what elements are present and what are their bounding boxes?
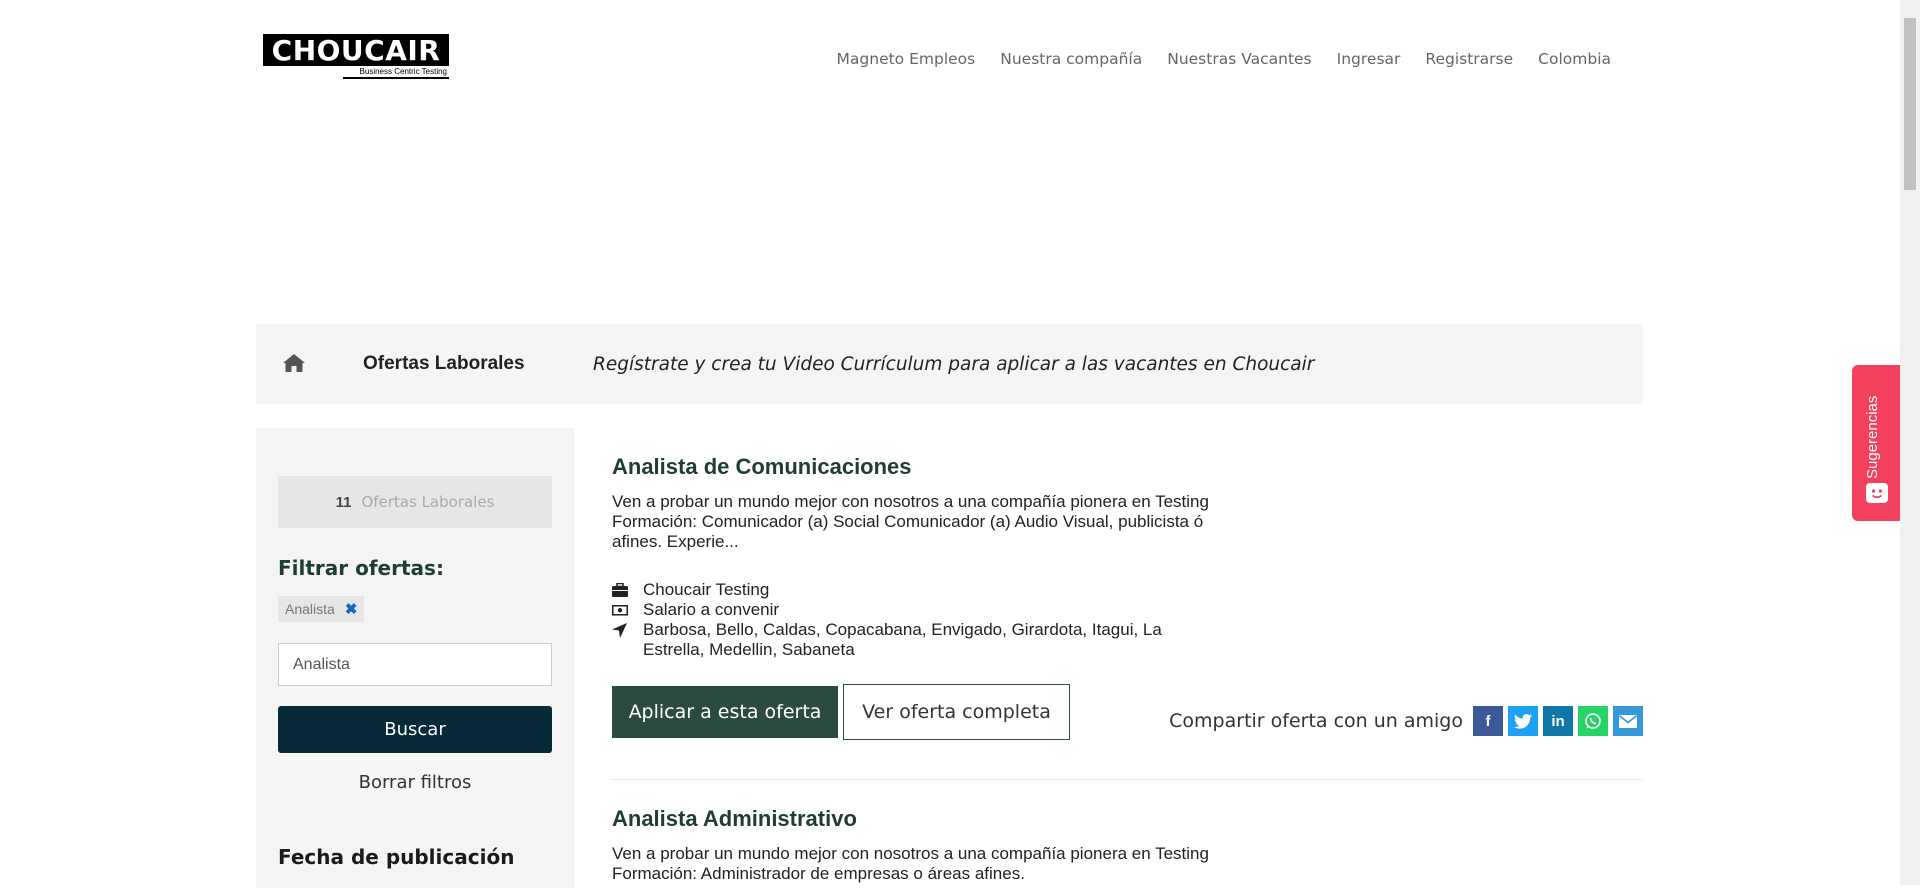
- clear-filters-button[interactable]: Borrar filtros: [278, 772, 552, 793]
- nav-registrarse[interactable]: Registrarse: [1425, 50, 1513, 68]
- register-slogan: Regístrate y crea tu Video Currículum pa…: [593, 354, 1315, 375]
- feedback-tab-label: Sugerencias: [1864, 395, 1881, 479]
- nav-ingresar[interactable]: Ingresar: [1337, 50, 1401, 68]
- job-company: Choucair Testing: [643, 580, 770, 599]
- briefcase-icon: [612, 580, 632, 600]
- logo-tagline: Business Centric Testing: [343, 66, 449, 79]
- filter-title: Filtrar ofertas:: [278, 556, 444, 580]
- job-salary: Salario a convenir: [643, 600, 780, 619]
- offers-count-box: 11 Ofertas Laborales: [278, 476, 552, 528]
- nav-nuestra-compania[interactable]: Nuestra compañía: [1000, 50, 1142, 68]
- job-meta: Choucair Testing Salario a convenir Barb…: [612, 580, 1643, 660]
- scrollbar-thumb[interactable]: [1904, 18, 1916, 190]
- whatsapp-icon[interactable]: [1578, 706, 1608, 736]
- filter-sidebar: 11 Ofertas Laborales Filtrar ofertas: An…: [256, 428, 574, 888]
- logo-wordmark: CHOUCAIR: [263, 34, 449, 67]
- job-location-row: Barbosa, Bello, Caldas, Copacabana, Envi…: [612, 620, 1643, 660]
- job-title[interactable]: Analista Administrativo: [612, 806, 1643, 832]
- share-bar: Compartir oferta con un amigo f in: [1169, 706, 1643, 736]
- offers-count: 11: [335, 493, 352, 511]
- apply-button[interactable]: Aplicar a esta oferta: [612, 686, 838, 738]
- close-icon[interactable]: ✖: [345, 600, 358, 618]
- twitter-icon[interactable]: [1508, 706, 1538, 736]
- money-icon: [612, 600, 632, 620]
- job-company-row: Choucair Testing: [612, 580, 1643, 600]
- job-salary-row: Salario a convenir: [612, 600, 1643, 620]
- location-arrow-icon: [612, 620, 632, 640]
- linkedin-icon[interactable]: in: [1543, 706, 1573, 736]
- job-description: Ven a probar un mundo mejor con nosotros…: [612, 492, 1209, 551]
- job-card: Analista de Comunicaciones Ven a probar …: [612, 454, 1643, 740]
- choucair-logo[interactable]: CHOUCAIR Business Centric Testing: [263, 34, 449, 82]
- active-filter-chip: Analista ✖: [278, 596, 365, 622]
- active-filter-label: Analista: [285, 601, 335, 617]
- job-title[interactable]: Analista de Comunicaciones: [612, 454, 1643, 480]
- job-description: Ven a probar un mundo mejor con nosotros…: [612, 844, 1209, 883]
- page-scrollbar[interactable]: [1900, 0, 1920, 885]
- nav-country-colombia[interactable]: Colombia: [1538, 50, 1611, 68]
- job-locations: Barbosa, Bello, Caldas, Copacabana, Envi…: [643, 620, 1162, 659]
- breadcrumb: Ofertas Laborales Regístrate y crea tu V…: [256, 324, 1643, 404]
- job-card: Analista Administrativo Ven a probar un …: [612, 806, 1643, 884]
- publication-date-title: Fecha de publicación: [278, 845, 515, 869]
- home-icon[interactable]: [282, 353, 306, 373]
- page-title: Ofertas Laborales: [363, 353, 525, 374]
- smiley-chat-icon: [1866, 483, 1888, 503]
- main-nav: Magneto Empleos Nuestra compañía Nuestra…: [812, 50, 1611, 68]
- share-label: Compartir oferta con un amigo: [1169, 710, 1463, 732]
- search-input[interactable]: [278, 643, 552, 686]
- offers-count-label: Ofertas Laborales: [361, 493, 495, 511]
- job-divider: [612, 779, 1643, 780]
- feedback-tab[interactable]: Sugerencias: [1852, 365, 1900, 521]
- facebook-icon[interactable]: f: [1473, 706, 1503, 736]
- email-icon[interactable]: [1613, 706, 1643, 736]
- job-actions: Aplicar a esta oferta Ver oferta complet…: [612, 684, 1643, 740]
- site-header: CHOUCAIR Business Centric Testing Magnet…: [0, 0, 1900, 120]
- view-offer-button[interactable]: Ver oferta completa: [843, 684, 1070, 740]
- nav-magneto-empleos[interactable]: Magneto Empleos: [837, 50, 976, 68]
- search-button[interactable]: Buscar: [278, 706, 552, 753]
- nav-nuestras-vacantes[interactable]: Nuestras Vacantes: [1167, 50, 1311, 68]
